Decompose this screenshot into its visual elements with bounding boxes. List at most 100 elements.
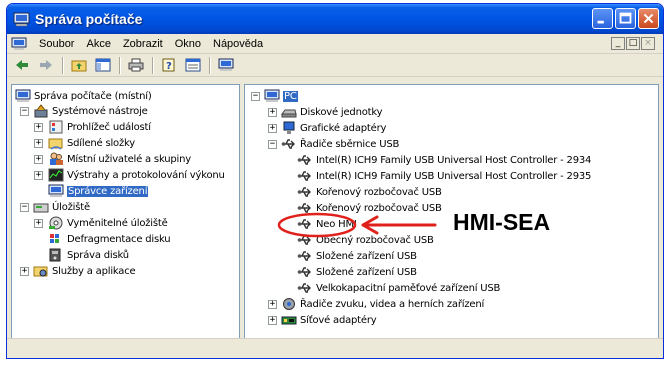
defrag-icon xyxy=(48,232,64,246)
tree-item-event-viewer[interactable]: Prohlížeč událostí xyxy=(48,119,151,135)
services-icon xyxy=(33,264,49,278)
tree-item-label: Síťové adaptéry xyxy=(300,314,377,326)
tree-item-label: Obecný rozbočovač USB xyxy=(316,234,434,246)
properties-icon xyxy=(185,58,201,72)
annotation-label: HMI-SEA xyxy=(453,209,551,235)
device-category-disk-drives[interactable]: Diskové jednotky xyxy=(281,104,383,120)
tree-item-local-users[interactable]: Místní uživatelé a skupiny xyxy=(48,151,191,167)
print-icon xyxy=(128,58,144,72)
display-adapter-icon xyxy=(281,121,297,135)
tree-item-computer-management[interactable]: Správa počítače (místní) xyxy=(15,88,152,104)
computer-button[interactable] xyxy=(215,55,237,75)
tree-item-defragmentation[interactable]: Defragmentace disku xyxy=(48,231,171,247)
computer-icon xyxy=(13,12,30,27)
menu-bar: Soubor Akce Zobrazit Okno Nápověda xyxy=(7,34,663,54)
expand-toggle[interactable]: + xyxy=(268,124,277,133)
toolbar-separator xyxy=(119,56,120,74)
usb-icon xyxy=(297,169,313,183)
tree-item-removable-storage[interactable]: Vyměnitelné úložiště xyxy=(48,215,168,231)
expand-toggle[interactable]: + xyxy=(34,155,43,164)
properties-button[interactable] xyxy=(182,55,204,75)
tree-item-shared-folders[interactable]: Sdílené složky xyxy=(48,135,135,151)
tree-item-label: Úložiště xyxy=(52,201,90,213)
device-category-display-adapters[interactable]: Grafické adaptéry xyxy=(281,120,386,136)
usb-device-mass-storage[interactable]: Velkokapacitní paměťové zařízení USB xyxy=(297,280,500,296)
device-tree-root[interactable]: PC xyxy=(264,88,298,104)
tree-item-label: Místní uživatelé a skupiny xyxy=(67,153,191,165)
device-manager-icon xyxy=(48,184,64,198)
menu-soubor[interactable]: Soubor xyxy=(33,38,80,50)
menu-okno[interactable]: Okno xyxy=(169,38,207,50)
collapse-toggle[interactable]: − xyxy=(20,107,29,116)
usb-device-neo-hmi[interactable]: Neo HMI xyxy=(297,216,357,232)
tree-item-device-manager[interactable]: Správce zařízení xyxy=(48,183,149,199)
sound-icon xyxy=(281,297,297,311)
tree-item-label: Služby a aplikace xyxy=(52,265,136,277)
up-folder-button[interactable] xyxy=(68,55,90,75)
tree-item-label: PC xyxy=(283,90,298,102)
usb-icon xyxy=(297,185,313,199)
console-tree-pane[interactable]: Správa počítače (místní) − Systémové nás… xyxy=(11,84,240,339)
forward-button[interactable] xyxy=(35,55,57,75)
users-icon xyxy=(48,152,64,166)
title-bar[interactable]: Správa počítače xyxy=(7,4,663,34)
removable-storage-icon xyxy=(48,216,64,230)
tree-item-disk-management[interactable]: Správa disků xyxy=(48,247,129,263)
close-button[interactable] xyxy=(638,8,659,29)
menu-akce[interactable]: Akce xyxy=(80,38,116,50)
toolbar-separator xyxy=(209,56,210,74)
expand-toggle[interactable]: + xyxy=(34,123,43,132)
mdi-minimize-button[interactable]: _ xyxy=(611,37,625,50)
tree-item-services-applications[interactable]: Služby a aplikace xyxy=(33,263,136,279)
tree-item-label: Řadiče sběrnice USB xyxy=(300,138,400,150)
computer-icon[interactable] xyxy=(11,37,27,51)
computer-icon xyxy=(264,89,280,103)
menu-napoveda[interactable]: Nápověda xyxy=(207,38,269,50)
usb-device-composite[interactable]: Složené zařízení USB xyxy=(297,248,417,264)
usb-device-host-controller-2935[interactable]: Intel(R) ICH9 Family USB Universal Host … xyxy=(297,168,591,184)
tree-item-performance-logs[interactable]: Výstrahy a protokolování výkonu xyxy=(48,167,225,183)
collapse-toggle[interactable]: − xyxy=(268,140,277,149)
usb-device-composite[interactable]: Složené zařízení USB xyxy=(297,264,417,280)
up-folder-icon xyxy=(71,60,87,72)
usb-device-root-hub[interactable]: Kořenový rozbočovač USB xyxy=(297,200,442,216)
mdi-close-button[interactable]: × xyxy=(641,37,655,50)
tree-item-label: Složené zařízení USB xyxy=(316,250,417,262)
usb-device-generic-hub[interactable]: Obecný rozbočovač USB xyxy=(297,232,434,248)
usb-icon xyxy=(297,201,313,215)
expand-toggle[interactable]: + xyxy=(268,300,277,309)
usb-icon xyxy=(297,249,313,263)
expand-toggle[interactable]: + xyxy=(20,267,29,276)
tree-item-label: Neo HMI xyxy=(316,218,357,230)
collapse-toggle[interactable]: − xyxy=(251,92,260,101)
expand-toggle[interactable]: + xyxy=(268,316,277,325)
maximize-button[interactable] xyxy=(615,8,636,29)
window-title: Správa počítače xyxy=(35,11,143,27)
back-button[interactable] xyxy=(11,55,33,75)
tree-item-label: Grafické adaptéry xyxy=(300,122,387,134)
usb-device-host-controller-2934[interactable]: Intel(R) ICH9 Family USB Universal Host … xyxy=(297,152,591,168)
usb-icon xyxy=(297,233,313,247)
tree-item-storage[interactable]: Úložiště xyxy=(33,199,90,215)
device-category-usb-controllers[interactable]: Řadiče sběrnice USB xyxy=(281,136,399,152)
help-button[interactable]: ? xyxy=(158,55,180,75)
expand-toggle[interactable]: + xyxy=(34,219,43,228)
minimize-button[interactable] xyxy=(592,8,613,29)
device-category-network-adapters[interactable]: Síťové adaptéry xyxy=(281,312,377,328)
device-tree-pane[interactable]: − PC + Diskové jednotky + Grafické adapt… xyxy=(244,84,659,339)
menu-zobrazit[interactable]: Zobrazit xyxy=(117,38,169,50)
tree-item-label: Správa počítače (místní) xyxy=(34,90,152,102)
tree-item-system-tools[interactable]: Systémové nástroje xyxy=(33,103,148,119)
expand-toggle[interactable]: + xyxy=(34,139,43,148)
mdi-restore-button[interactable]: □ xyxy=(626,37,640,50)
collapse-toggle[interactable]: − xyxy=(20,203,29,212)
usb-device-root-hub[interactable]: Kořenový rozbočovač USB xyxy=(297,184,442,200)
tree-item-label: Prohlížeč událostí xyxy=(67,121,151,133)
device-category-sound-video[interactable]: Řadiče zvuku, videa a herních zařízení xyxy=(281,296,484,312)
show-tree-button[interactable] xyxy=(92,55,114,75)
expand-toggle[interactable]: + xyxy=(34,171,43,180)
tree-item-label: Správce zařízení xyxy=(67,185,149,197)
expand-toggle[interactable]: + xyxy=(268,108,277,117)
print-button[interactable] xyxy=(125,55,147,75)
toolbar-separator xyxy=(62,56,63,74)
